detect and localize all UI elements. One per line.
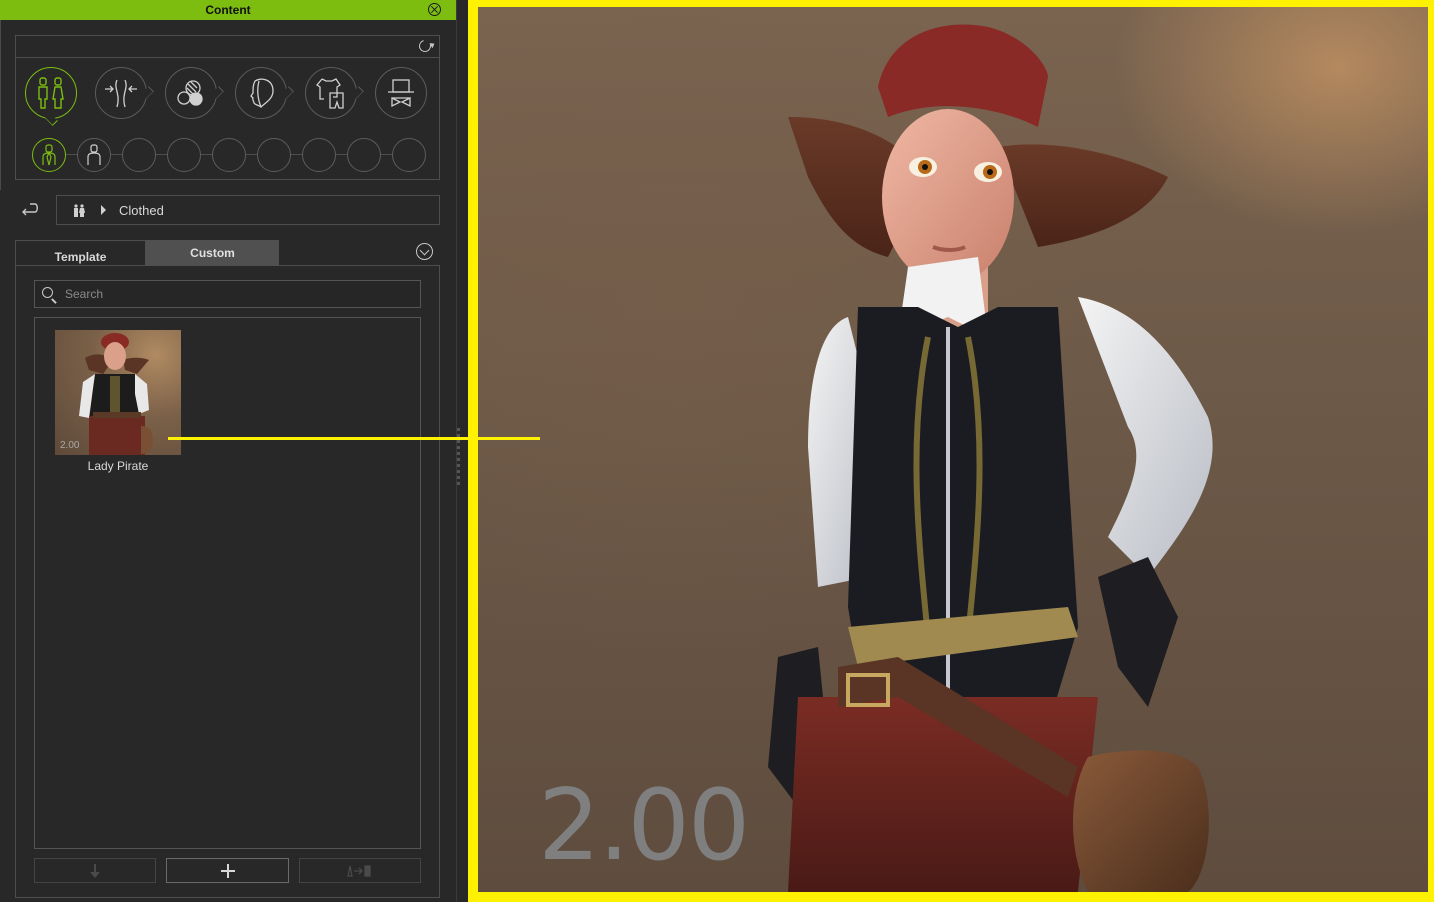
category-actor-type[interactable] bbox=[25, 67, 77, 126]
subcategory-slot-4[interactable] bbox=[167, 138, 201, 172]
chevron-down-icon[interactable] bbox=[416, 243, 433, 260]
plus-icon bbox=[220, 863, 235, 878]
refresh-icon[interactable] bbox=[416, 37, 434, 55]
search-icon bbox=[42, 287, 53, 298]
glove-right bbox=[1098, 557, 1178, 707]
hair bbox=[998, 144, 1168, 247]
splitter-line bbox=[456, 0, 457, 902]
category-head[interactable] bbox=[235, 67, 294, 119]
panel-title: Content bbox=[205, 3, 251, 17]
clothes-icon bbox=[316, 78, 344, 109]
close-icon[interactable] bbox=[428, 3, 441, 16]
skin-spheres-icon bbox=[177, 80, 203, 106]
subcategory-row bbox=[32, 138, 428, 172]
clothed-figure-icon bbox=[42, 144, 56, 166]
viewport-highlight-frame: 2.00 bbox=[468, 0, 1434, 902]
two-figures-icon[interactable] bbox=[73, 204, 85, 217]
category-morph[interactable] bbox=[95, 67, 154, 119]
naked-figure-icon bbox=[87, 144, 101, 165]
category-header bbox=[16, 36, 439, 58]
content-panel: Content Clothed Template Custom Search 2… bbox=[0, 0, 456, 902]
add-button[interactable] bbox=[166, 858, 289, 883]
subcategory-slot-6[interactable] bbox=[257, 138, 291, 172]
character-thumbnail-art bbox=[79, 333, 153, 455]
down-arrow-icon bbox=[90, 863, 100, 878]
library-item[interactable]: 2.00 Lady Pirate bbox=[55, 330, 181, 473]
splitter-grip[interactable] bbox=[457, 458, 460, 461]
drag-connector-line bbox=[168, 437, 540, 440]
splitter-grip[interactable] bbox=[457, 464, 460, 467]
tab-template[interactable]: Template bbox=[15, 240, 146, 266]
breadcrumb: Clothed bbox=[56, 195, 440, 225]
splitter-grip[interactable] bbox=[457, 476, 460, 479]
face bbox=[882, 109, 1014, 285]
3d-viewport[interactable]: 2.00 bbox=[478, 7, 1428, 892]
panel-edge bbox=[0, 20, 1, 190]
category-accessory[interactable] bbox=[375, 67, 427, 119]
morph-arrows-icon bbox=[105, 79, 137, 108]
apply-to-item-button[interactable] bbox=[299, 858, 421, 883]
two-figures-icon bbox=[38, 77, 64, 109]
tab-bar: Template Custom bbox=[15, 240, 440, 266]
subcategory-naked[interactable] bbox=[77, 138, 111, 172]
search-input[interactable] bbox=[65, 285, 405, 303]
breadcrumb-current[interactable]: Clothed bbox=[119, 203, 164, 218]
pants bbox=[788, 697, 1098, 892]
leather-pouch bbox=[1073, 750, 1209, 892]
subcategory-slot-5[interactable] bbox=[212, 138, 246, 172]
head-profile-icon bbox=[250, 78, 274, 108]
item-label: Lady Pirate bbox=[87, 459, 149, 473]
panel-splitter[interactable] bbox=[456, 0, 468, 902]
item-thumbnail[interactable]: 2.00 bbox=[55, 330, 181, 455]
version-overlay: 2.00 bbox=[538, 769, 750, 883]
splitter-grip[interactable] bbox=[457, 452, 460, 455]
download-button[interactable] bbox=[34, 858, 156, 883]
subcategory-slot-7[interactable] bbox=[302, 138, 336, 172]
breadcrumb-separator-icon bbox=[101, 205, 106, 215]
item-grid: 2.00 Lady Pirate bbox=[34, 317, 421, 849]
panel-titlebar: Content bbox=[0, 0, 456, 20]
search-field[interactable] bbox=[34, 280, 421, 308]
subcategory-slot-3[interactable] bbox=[122, 138, 156, 172]
character-render bbox=[768, 24, 1213, 892]
splitter-grip[interactable] bbox=[457, 440, 460, 443]
splitter-grip[interactable] bbox=[457, 428, 460, 431]
subcategory-slot-9[interactable] bbox=[392, 138, 426, 172]
hat-bowtie-icon bbox=[388, 79, 414, 108]
shirt-right-arm bbox=[1078, 297, 1213, 577]
return-arrow-icon[interactable] bbox=[20, 200, 40, 218]
category-skin[interactable] bbox=[165, 67, 224, 119]
tab-custom[interactable]: Custom bbox=[146, 240, 279, 266]
splitter-grip[interactable] bbox=[457, 446, 460, 449]
subcategory-clothed[interactable] bbox=[32, 138, 66, 172]
item-version: 2.00 bbox=[60, 440, 80, 451]
category-clothing[interactable] bbox=[305, 67, 364, 119]
splitter-grip[interactable] bbox=[457, 470, 460, 473]
splitter-grip[interactable] bbox=[457, 482, 460, 485]
subcategory-slot-8[interactable] bbox=[347, 138, 381, 172]
apply-transfer-icon bbox=[347, 864, 371, 877]
